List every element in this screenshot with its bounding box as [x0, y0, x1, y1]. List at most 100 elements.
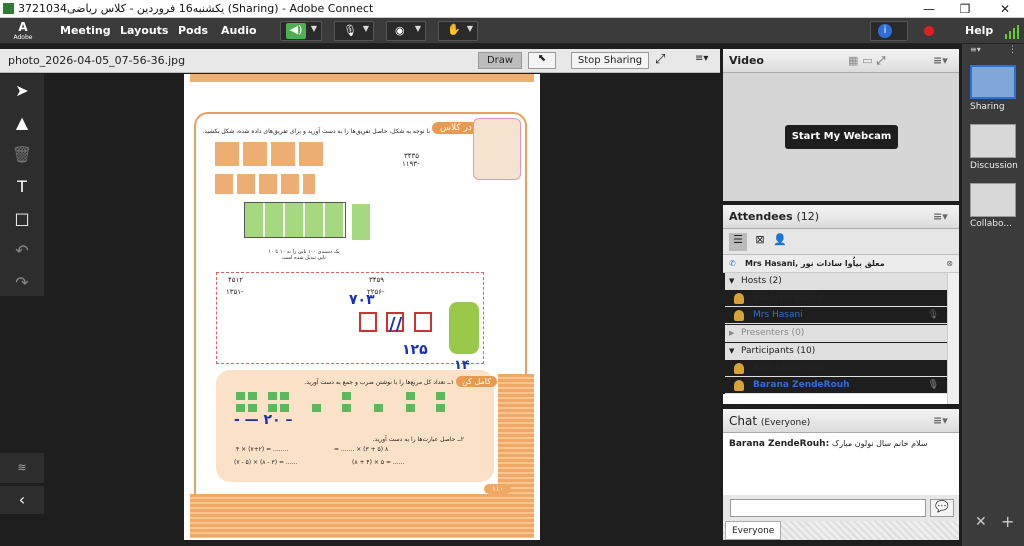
annotation-stroke: ۷۰۳	[349, 292, 375, 308]
page-number: ۱۱۰	[484, 484, 512, 494]
layout-sharing[interactable]	[970, 65, 1016, 99]
draw-button[interactable]: Draw	[478, 52, 522, 69]
stop-sharing-button[interactable]: Stop Sharing	[571, 52, 649, 69]
presenters-group[interactable]: ▶ Presenters (0)	[725, 325, 947, 342]
chat-author: Barana ZendeRouh:	[729, 439, 830, 449]
layout-collaboration[interactable]	[970, 183, 1016, 217]
layouts-bar	[962, 44, 1024, 546]
start-webcam-button[interactable]: Start My Webcam	[785, 125, 898, 149]
chevron-down-icon[interactable]: ▼	[415, 24, 421, 33]
close-icon[interactable]: ✕	[990, 0, 1020, 18]
chat-tab-everyone[interactable]: Everyone	[725, 521, 782, 540]
chat-pod-header: Chat (Everyone) ≡▾	[723, 409, 959, 433]
menu-layouts[interactable]: Layouts	[120, 24, 168, 37]
drawing-toolbar: ➤ ▲ 🗑 T □ ↶ ↷	[0, 74, 44, 296]
microphone-icon: 🎙	[927, 310, 939, 320]
hosts-group[interactable]: ▼ Hosts (2)	[725, 273, 947, 290]
menu-help[interactable]: Help	[965, 24, 993, 37]
attendee-list-background	[723, 394, 959, 404]
chevron-down-icon[interactable]: ▼	[311, 24, 317, 33]
app-icon	[3, 3, 14, 14]
attendee-row[interactable]: Ava Shahrouzi	[725, 360, 947, 377]
share-pod-header: photo_2026-04-05_07-56-36.jpg Draw ⬉ Sto…	[0, 49, 720, 73]
text-tool-icon[interactable]: T	[0, 170, 44, 202]
info-button[interactable]: i	[870, 21, 908, 41]
participant-icon	[734, 363, 744, 374]
layers-icon[interactable]: ≋	[0, 453, 44, 483]
attendee-row[interactable]: mahroo sharif	[725, 290, 947, 307]
shape-tool-icon[interactable]: □	[0, 202, 44, 234]
close-icon[interactable]: ⊗	[946, 255, 953, 273]
pod-menu-icon[interactable]: ≡▾	[933, 414, 948, 427]
menu-audio[interactable]: Audio	[221, 24, 257, 37]
add-layout-icon[interactable]: +	[1001, 512, 1014, 531]
chat-input[interactable]	[730, 499, 926, 517]
chevron-down-icon[interactable]: ▼	[363, 24, 369, 33]
chat-input-area: 💬	[723, 495, 959, 521]
chat-messages: Barana ZendeRouh: سلام خانم سال نولون مب…	[723, 433, 959, 495]
menu-meeting[interactable]: Meeting	[60, 24, 111, 37]
video-pod-header: Video ▦ ▭ ⤢ ≡▾	[723, 49, 959, 73]
pod-menu-icon[interactable]: ≡▾	[970, 45, 981, 54]
send-icon[interactable]: 💬	[930, 499, 954, 517]
restore-icon[interactable]: ❐	[950, 0, 980, 18]
attendee-row[interactable]: Barana ZendeRouh 🎙	[725, 377, 947, 394]
chat-tab-bar: Everyone	[723, 521, 959, 540]
collapse-icon[interactable]: ‹	[0, 486, 44, 514]
annotation-stroke: - — ۲۰ –	[234, 412, 293, 428]
host-icon	[734, 293, 744, 304]
pointer-button[interactable]: ⬉	[528, 52, 556, 69]
microphone-icon: 🎙	[927, 380, 939, 390]
list-view-icon[interactable]: ☰	[729, 233, 747, 251]
layout-sharing-label: Sharing	[970, 102, 1005, 112]
menubar: A Adobe Meeting Layouts Pods Audio ◀) ▼ 🎙 ▼…	[0, 18, 1024, 44]
annotation-stroke: //	[389, 314, 403, 335]
annotation-stroke: ۱۲۵	[402, 342, 428, 358]
highlighter-tool-icon[interactable]: ▲	[0, 106, 44, 138]
menu-pods[interactable]: Pods	[178, 24, 208, 37]
select-tool-icon[interactable]: ➤	[0, 74, 44, 106]
microphone-icon: 🎙	[343, 24, 357, 37]
pod-menu-icon[interactable]: ≡▾	[933, 54, 948, 67]
pod-menu-icon[interactable]: ≡▾	[933, 210, 948, 223]
record-icon[interactable]	[924, 26, 934, 36]
layout-collaboration-label: Collabo...	[970, 219, 1012, 229]
teacher-image	[473, 118, 521, 180]
microphone-button[interactable]: 🎙 ▼	[334, 21, 374, 41]
speaker-button[interactable]: ◀) ▼	[280, 21, 322, 41]
minimize-icon[interactable]: —	[914, 0, 944, 18]
window-title: 3721034یکشنبه16 فروردین - کلاس ریاضی (Sh…	[18, 2, 374, 15]
speaker-icon: ◀)	[286, 23, 306, 39]
layout-discussion[interactable]	[970, 124, 1016, 158]
breakout-view-icon[interactable]: ⊠	[751, 233, 769, 251]
instructions: با توجه به شکل، حاصل تفریق‌ها را به دست …	[202, 128, 430, 135]
attendees-pod-header: Attendees (12) ≡▾	[723, 205, 959, 229]
tools-icon[interactable]: ✕	[975, 514, 987, 530]
chevron-down-icon[interactable]: ▼	[467, 24, 473, 33]
grid-view-icon[interactable]: ▦ ▭ ⤢	[848, 54, 885, 68]
info-icon: i	[878, 24, 892, 38]
active-speaker-bar: ✆ Mrs Hasani, معلق بیاُوا سادات نور ⊗	[723, 255, 959, 273]
participant-icon	[734, 380, 744, 391]
status-view-icon[interactable]: 👤	[771, 233, 789, 251]
participants-group[interactable]: ▼ Participants (10)	[725, 343, 947, 360]
chat-message: سلام خانم سال نولون مبارک	[832, 439, 928, 448]
delete-icon[interactable]: 🗑	[0, 138, 44, 170]
pod-menu-icon[interactable]: ≡▾	[695, 53, 708, 64]
complete-heading: کامل کن	[456, 376, 498, 387]
fullscreen-icon[interactable]: ⤢	[655, 52, 665, 67]
host-icon	[734, 310, 744, 321]
webcam-icon: ◉	[395, 24, 405, 37]
speaking-icon: ✆	[729, 259, 736, 268]
attendee-view-buttons: ☰ ⊠ 👤	[723, 229, 959, 255]
redo-icon[interactable]: ↷	[0, 266, 44, 298]
adobe-logo: A Adobe	[13, 20, 33, 41]
scrollbar[interactable]	[947, 273, 959, 404]
raise-hand-button[interactable]: ✋ ▼	[438, 21, 478, 41]
shared-document: کار در کلاس با توجه به شکل، حاصل تفریق‌ه…	[184, 74, 540, 540]
attendee-row[interactable]: Mrs Hasani 🎙	[725, 307, 947, 324]
webcam-button[interactable]: ◉ ▼	[386, 21, 426, 41]
layouts-grip: ⋮	[1008, 45, 1017, 55]
window-titlebar: 3721034یکشنبه16 فروردین - کلاس ریاضی (Sh…	[0, 0, 1024, 18]
undo-icon[interactable]: ↶	[0, 234, 44, 266]
